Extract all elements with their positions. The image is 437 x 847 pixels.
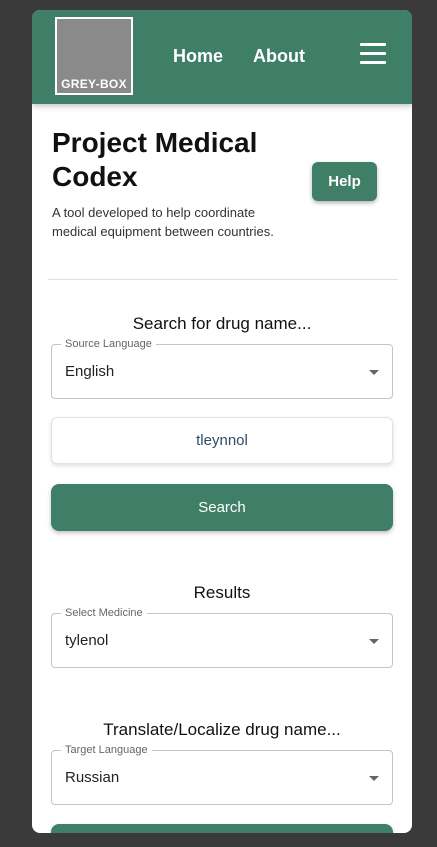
nav-home-link[interactable]: Home — [173, 46, 223, 67]
divider — [48, 279, 398, 280]
nav-about-link[interactable]: About — [253, 46, 305, 67]
dropdown-arrow-icon — [369, 776, 379, 781]
results-heading: Results — [193, 583, 251, 602]
logo[interactable]: GREY-BOX — [55, 17, 133, 95]
navbar: GREY-BOX Home About — [32, 10, 412, 104]
source-language-value: English — [65, 363, 115, 380]
hamburger-bar — [360, 52, 386, 55]
target-language-label: Target Language — [61, 744, 152, 756]
hamburger-menu-icon[interactable] — [360, 41, 386, 65]
search-button[interactable]: Search — [51, 484, 393, 531]
target-language-value: Russian — [65, 769, 120, 786]
logo-text: GREY-BOX — [61, 77, 127, 91]
help-button[interactable]: Help — [312, 162, 377, 201]
translate-button[interactable] — [51, 824, 393, 833]
hamburger-bar — [360, 43, 386, 46]
search-heading: Search for drug name... — [132, 314, 312, 333]
dropdown-arrow-icon — [369, 639, 379, 644]
page-title: Project Medical Codex — [52, 127, 258, 192]
source-language-label: Source Language — [61, 338, 156, 350]
target-language-select[interactable]: Target Language Russian — [51, 744, 393, 805]
app-window: GREY-BOX Home About Project Medical Code… — [32, 10, 412, 833]
select-medicine-value: tylenol — [65, 632, 109, 649]
translate-heading: Translate/Localize drug name... — [103, 720, 341, 739]
select-medicine-label: Select Medicine — [61, 607, 147, 619]
dropdown-arrow-icon — [369, 370, 379, 375]
select-medicine-select[interactable]: Select Medicine tylenol — [51, 607, 393, 668]
page-subtitle: A tool developed to help coordinate medi… — [52, 205, 274, 239]
drug-name-input[interactable]: tleynnol — [51, 417, 393, 464]
hamburger-bar — [360, 61, 386, 64]
source-language-select[interactable]: Source Language English — [51, 338, 393, 399]
